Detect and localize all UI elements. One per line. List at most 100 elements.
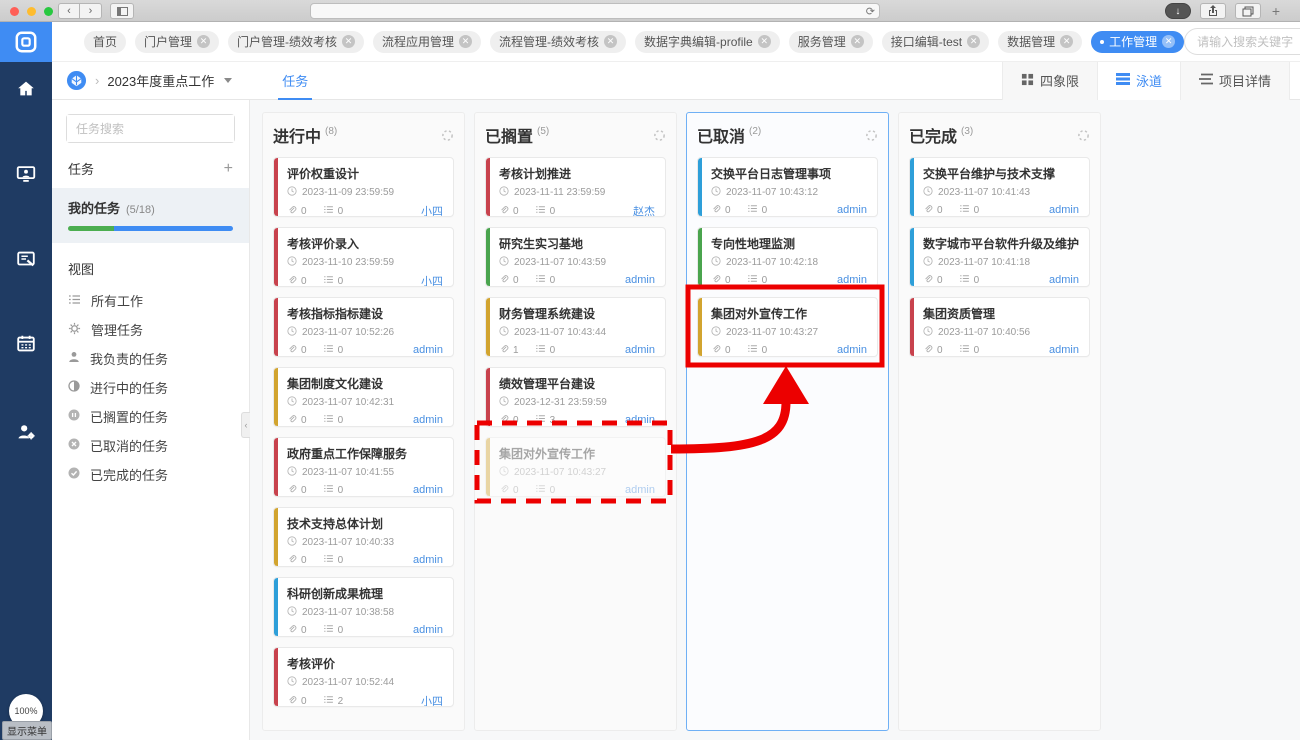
assignee-link[interactable]: 小四 — [421, 693, 443, 707]
sidebar-view-item[interactable]: 进行中的任务 — [52, 373, 249, 402]
task-card[interactable]: 技术支持总体计划2023-11-07 10:40:3300admin — [273, 507, 454, 567]
close-icon[interactable]: ✕ — [459, 35, 472, 48]
assignee-link[interactable]: admin — [1049, 204, 1079, 216]
assignee-link[interactable]: admin — [837, 204, 867, 216]
tab-chip[interactable]: 首页 — [84, 31, 126, 53]
tab-tasks[interactable]: 任务 — [278, 62, 312, 100]
share-button[interactable] — [1200, 3, 1226, 19]
refresh-icon[interactable] — [1077, 129, 1090, 142]
tab-chip[interactable]: 接口编辑-test✕ — [882, 31, 989, 53]
task-card[interactable]: 集团对外宣传工作2023-11-07 10:43:2700admin — [485, 437, 666, 497]
tab-chip[interactable]: 流程应用管理✕ — [373, 31, 481, 53]
refresh-icon[interactable] — [441, 129, 454, 142]
close-icon[interactable]: ✕ — [1162, 35, 1175, 48]
assignee-link[interactable]: admin — [413, 344, 443, 356]
meeting-icon[interactable] — [0, 159, 52, 189]
refresh-icon[interactable] — [653, 129, 666, 142]
add-task-button[interactable]: + — [224, 160, 233, 178]
tab-chip-active[interactable]: 工作管理✕ — [1091, 31, 1184, 53]
downloads-button[interactable]: ↓ — [1165, 3, 1191, 19]
new-tab-button[interactable]: + — [1270, 3, 1282, 19]
global-search-input[interactable] — [1185, 29, 1300, 54]
collapse-panel-handle[interactable]: ‹ — [241, 412, 250, 438]
close-icon[interactable]: ✕ — [197, 35, 210, 48]
task-card[interactable]: 交换平台维护与技术支撑2023-11-07 10:41:4300admin — [909, 157, 1090, 217]
home-icon[interactable] — [0, 74, 52, 104]
task-card[interactable]: 科研创新成果梳理2023-11-07 10:38:5800admin — [273, 577, 454, 637]
sidebar-view-item[interactable]: 管理任务 — [52, 315, 249, 344]
calendar-icon[interactable] — [0, 329, 52, 359]
sidebar-view-item[interactable]: 已取消的任务 — [52, 431, 249, 460]
close-window-button[interactable] — [10, 7, 19, 16]
sidebar-view-item[interactable]: 已完成的任务 — [52, 460, 249, 489]
task-card[interactable]: 政府重点工作保障服务2023-11-07 10:41:5500admin — [273, 437, 454, 497]
tabs-overview-button[interactable] — [1235, 3, 1261, 19]
journal-icon[interactable] — [0, 244, 52, 274]
assignee-link[interactable]: 小四 — [421, 273, 443, 287]
project-name-dropdown[interactable]: 2023年度重点工作 — [107, 71, 214, 90]
assignee-link[interactable]: admin — [625, 344, 655, 356]
browser-back-button[interactable]: ‹ — [58, 3, 80, 19]
zoom-window-button[interactable] — [44, 7, 53, 16]
assignee-link[interactable]: admin — [837, 344, 867, 356]
assignee-link[interactable]: admin — [837, 274, 867, 286]
close-icon[interactable]: ✕ — [851, 35, 864, 48]
checklist-icon — [535, 273, 546, 287]
close-icon[interactable]: ✕ — [604, 35, 617, 48]
assignee-link[interactable]: 赵杰 — [633, 203, 655, 217]
browser-sidebar-toggle[interactable] — [110, 3, 134, 19]
assignee-link[interactable]: admin — [625, 484, 655, 496]
assignee-link[interactable]: admin — [413, 414, 443, 426]
assignee-link[interactable]: admin — [413, 554, 443, 566]
reload-icon[interactable]: ⟳ — [866, 5, 875, 18]
task-card[interactable]: 数字城市平台软件升级及维护2023-11-07 10:41:1800admin — [909, 227, 1090, 287]
assignee-link[interactable]: 小四 — [421, 203, 443, 217]
task-card[interactable]: 研究生实习基地2023-11-07 10:43:5900admin — [485, 227, 666, 287]
task-card[interactable]: 考核评价2023-11-07 10:52:4402小四 — [273, 647, 454, 707]
assignee-link[interactable]: admin — [625, 414, 655, 426]
task-card[interactable]: 集团资质管理2023-11-07 10:40:5600admin — [909, 297, 1090, 357]
checklist-count-value: 0 — [974, 345, 980, 356]
close-icon[interactable]: ✕ — [758, 35, 771, 48]
tab-chip[interactable]: 门户管理-绩效考核✕ — [228, 31, 364, 53]
refresh-icon[interactable] — [865, 129, 878, 142]
sidebar-view-item[interactable]: 已搁置的任务 — [52, 402, 249, 431]
task-card[interactable]: 专向性地理监测2023-11-07 10:42:1800admin — [697, 227, 878, 287]
assignee-link[interactable]: admin — [1049, 274, 1079, 286]
close-icon[interactable]: ✕ — [342, 35, 355, 48]
task-card[interactable]: 考核评价录入2023-11-10 23:59:5900小四 — [273, 227, 454, 287]
tab-chip[interactable]: 服务管理✕ — [789, 31, 873, 53]
tab-chip[interactable]: 流程管理-绩效考核✕ — [490, 31, 626, 53]
minimize-window-button[interactable] — [27, 7, 36, 16]
task-card[interactable]: 考核指标指标建设2023-11-07 10:52:2600admin — [273, 297, 454, 357]
view-mode-泳道[interactable]: 泳道 — [1097, 62, 1180, 100]
task-card[interactable]: 财务管理系统建设2023-11-07 10:43:4410admin — [485, 297, 666, 357]
task-search-input[interactable] — [67, 115, 234, 142]
task-card[interactable]: 绩效管理平台建设2023-12-31 23:59:5903admin — [485, 367, 666, 427]
app-logo[interactable] — [0, 22, 52, 62]
address-bar[interactable]: ⟳ — [310, 3, 880, 19]
assignee-link[interactable]: admin — [625, 274, 655, 286]
task-card[interactable]: 考核计划推进2023-11-11 23:59:5900赵杰 — [485, 157, 666, 217]
assignee-link[interactable]: admin — [1049, 344, 1079, 356]
tab-chip[interactable]: 门户管理✕ — [135, 31, 219, 53]
sidebar-view-item[interactable]: 我负责的任务 — [52, 344, 249, 373]
close-icon[interactable]: ✕ — [1060, 35, 1073, 48]
close-icon[interactable]: ✕ — [967, 35, 980, 48]
task-card[interactable]: 评价权重设计2023-11-09 23:59:5900小四 — [273, 157, 454, 217]
tab-chip[interactable]: 数据管理✕ — [998, 31, 1082, 53]
view-mode-项目详情[interactable]: 项目详情 — [1180, 62, 1290, 100]
assignee-link[interactable]: admin — [413, 484, 443, 496]
window-controls[interactable] — [10, 7, 53, 16]
browser-forward-button[interactable]: › — [80, 3, 102, 19]
tab-chip[interactable]: 数据字典编辑-profile✕ — [635, 31, 780, 53]
task-card[interactable]: 集团对外宣传工作2023-11-07 10:43:2700admin — [697, 297, 878, 357]
project-icon[interactable] — [66, 70, 87, 91]
assignee-link[interactable]: admin — [413, 624, 443, 636]
my-tasks-item[interactable]: 我的任务 (5/18) — [52, 188, 249, 243]
user-settings-icon[interactable] — [0, 417, 52, 447]
task-card[interactable]: 集团制度文化建设2023-11-07 10:42:3100admin — [273, 367, 454, 427]
view-mode-四象限[interactable]: 四象限 — [1002, 62, 1097, 100]
sidebar-view-item[interactable]: 所有工作 — [52, 286, 249, 315]
task-card[interactable]: 交换平台日志管理事项2023-11-07 10:43:1200admin — [697, 157, 878, 217]
